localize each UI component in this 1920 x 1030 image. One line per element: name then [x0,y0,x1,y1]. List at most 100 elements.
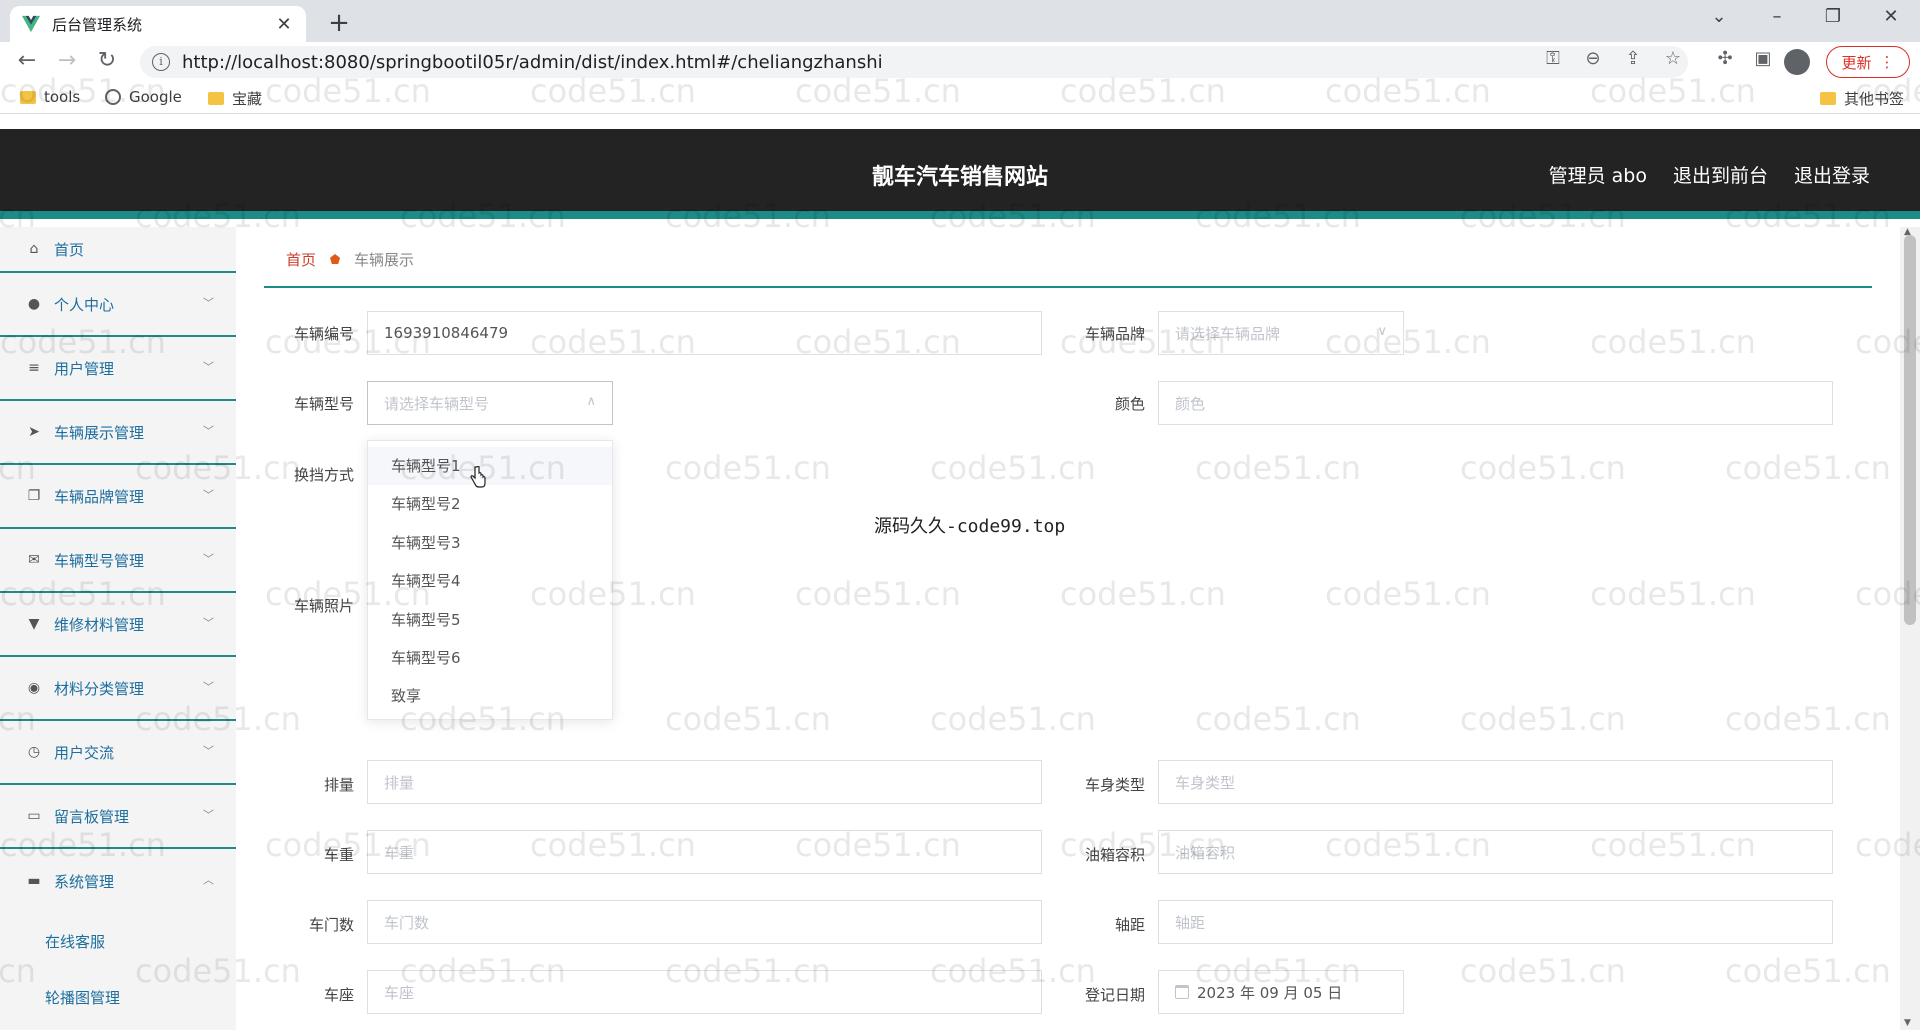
star-icon[interactable]: ☆ [1658,48,1688,69]
page-scrollbar[interactable]: ▲ ▼ [1900,227,1920,1030]
doors-input[interactable]: 车门数 [367,900,1042,944]
sidebar-item-label: 车辆展示管理 [54,423,145,442]
tank-input[interactable]: 油箱容积 [1158,830,1833,874]
sidebar-item-system[interactable]: ▬ 系统管理 ︿ [0,849,236,913]
brand-select[interactable]: 请选择车辆品牌 ∨ [1158,311,1404,355]
bookmark-google[interactable]: Google [105,88,182,106]
color-label: 颜色 [1114,395,1145,413]
model-select[interactable]: 请选择车辆型号 ∧ [367,381,613,425]
sidebar-item-home[interactable]: ⌂ 首页 [0,227,236,273]
tab-search-icon[interactable]: ⌄ [1704,6,1734,27]
chevron-up-icon: ︿ [203,873,214,887]
profile-avatar[interactable] [1784,49,1810,75]
sidebar-item-material-category[interactable]: ◉ 材料分类管理 ﹀ [0,657,236,721]
new-tab-icon[interactable]: + [324,8,354,38]
dropdown-option[interactable]: 致享 [368,677,612,715]
watermark-text: code51.cn [1460,952,1626,990]
url-bar[interactable]: i http://localhost:8080/springbootil05r/… [140,46,1688,78]
back-icon[interactable]: ← [12,48,42,73]
sidebar-item-personal[interactable]: ● 个人中心 ﹀ [0,273,236,337]
doors-placeholder: 车门数 [384,913,430,932]
wheelbase-label: 轴距 [1114,916,1145,934]
dropdown-option[interactable]: 车辆型号1 [368,447,612,486]
close-tab-icon[interactable]: ✕ [274,14,294,35]
watermark-text: code51.cn [1460,700,1626,738]
brand-placeholder: 请选择车辆品牌 [1175,324,1281,343]
submenu-carousel[interactable]: 轮播图管理 [0,969,236,1025]
gearbox-label: 换挡方式 [293,466,354,484]
sidebar-item-label: 维修材料管理 [54,615,145,634]
chevron-down-icon: ﹀ [203,808,214,822]
extensions-icon[interactable]: ✣ [1710,48,1740,69]
displacement-input[interactable]: 排量 [367,760,1042,804]
folder-icon [1820,92,1836,105]
forward-icon[interactable]: → [52,48,82,73]
globe-icon [105,89,121,105]
sidebar-item-users[interactable]: ≡ 用户管理 ﹀ [0,337,236,401]
sidepanel-icon[interactable]: ▣ [1748,48,1778,69]
chevron-down-icon: ∨ [1377,324,1387,339]
sidebar-item-user-exchange[interactable]: ◷ 用户交流 ﹀ [0,721,236,785]
watermark-text: code51.cn [1725,952,1891,990]
window-close-icon[interactable]: ✕ [1876,6,1906,27]
breadcrumb-separator-icon [330,254,341,264]
reg-date-label: 登记日期 [1084,986,1145,1004]
body-type-input[interactable]: 车身类型 [1158,760,1833,804]
bookmark-tools[interactable]: tools [20,88,80,106]
dropdown-option[interactable]: 车辆型号3 [368,524,612,562]
chevron-down-icon: ﹀ [203,616,214,630]
bookmarks-bar: tools Google 宝藏 其他书签 [0,82,1920,114]
bookmark-treasure[interactable]: 宝藏 [208,88,262,109]
watermark-text: code51.cn [1195,449,1361,487]
vehicle-no-label: 车辆编号 [293,325,354,343]
app-header: 靓车汽车销售网站 管理员 abo 退出到前台 退出登录 [0,129,1920,219]
url-text: http://localhost:8080/springbootil05r/ad… [182,51,883,73]
update-button[interactable]: 更新 ⋮ [1826,46,1910,78]
browser-tab[interactable]: 后台管理系统 ✕ [10,6,306,42]
reg-date-picker[interactable]: 2023 年 09 月 05 日 [1158,970,1404,1014]
seats-input[interactable]: 车座 [367,970,1042,1014]
wheelbase-input[interactable]: 轴距 [1158,900,1833,944]
mail-icon: ✉ [28,552,40,568]
sidebar-item-model[interactable]: ✉ 车辆型号管理 ﹀ [0,529,236,593]
share-icon[interactable]: ⇪ [1618,48,1648,69]
reg-date-value: 2023 年 09 月 05 日 [1197,983,1343,1002]
other-bookmarks-label: 其他书签 [1844,90,1905,108]
sidebar-item-message-board[interactable]: ▭ 留言板管理 ﹀ [0,785,236,849]
sidebar-item-repair-material[interactable]: ▼ 维修材料管理 ﹀ [0,593,236,657]
sidebar-item-brand[interactable]: ❐ 车辆品牌管理 ﹀ [0,465,236,529]
color-input[interactable]: 颜色 [1158,381,1833,425]
model-dropdown: 车辆型号1 车辆型号2 车辆型号3 车辆型号4 车辆型号5 车辆型号6 致享 [367,440,613,720]
vehicle-no-input[interactable]: 1693910846479 [367,311,1042,355]
dropdown-option[interactable]: 车辆型号5 [368,601,612,639]
model-label: 车辆型号 [293,395,354,413]
vue-logo-icon [22,15,40,33]
exit-to-front-link[interactable]: 退出到前台 [1673,161,1768,188]
user-icon: ● [27,296,41,312]
weight-input[interactable]: 车重 [367,830,1042,874]
dropdown-option[interactable]: 车辆型号6 [368,639,612,677]
other-bookmarks[interactable]: 其他书签 [1820,88,1904,109]
logout-link[interactable]: 退出登录 [1794,161,1870,188]
scroll-down-icon[interactable]: ▼ [1904,1018,1911,1028]
dropdown-option[interactable]: 车辆型号4 [368,562,612,600]
zoom-icon[interactable]: ⊖ [1578,48,1608,69]
watermark-text: code51.cn [795,575,961,613]
key-icon[interactable]: ⚿ [1538,48,1568,69]
sidebar-item-vehicle-display[interactable]: ➤ 车辆展示管理 ﹀ [0,401,236,465]
restore-icon[interactable]: ❐ [1818,6,1848,27]
chevron-down-icon: ﹀ [203,296,214,310]
site-info-icon[interactable]: i [152,53,170,71]
brand-label: 车辆品牌 [1084,325,1145,343]
dropdown-option[interactable]: 车辆型号2 [368,485,612,523]
reload-icon[interactable]: ↻ [92,48,122,73]
chevron-down-icon: ﹀ [203,680,214,694]
scrollbar-thumb[interactable] [1904,235,1916,625]
submenu-online-service[interactable]: 在线客服 [0,913,236,969]
chat-icon: ▬ [27,873,41,889]
breadcrumb-home[interactable]: 首页 [286,249,316,270]
compass-icon: ◉ [27,680,41,696]
sidebar-item-label: 用户管理 [54,359,115,378]
minimize-icon[interactable]: – [1762,6,1792,27]
watermark-text: code51.cn [665,700,831,738]
